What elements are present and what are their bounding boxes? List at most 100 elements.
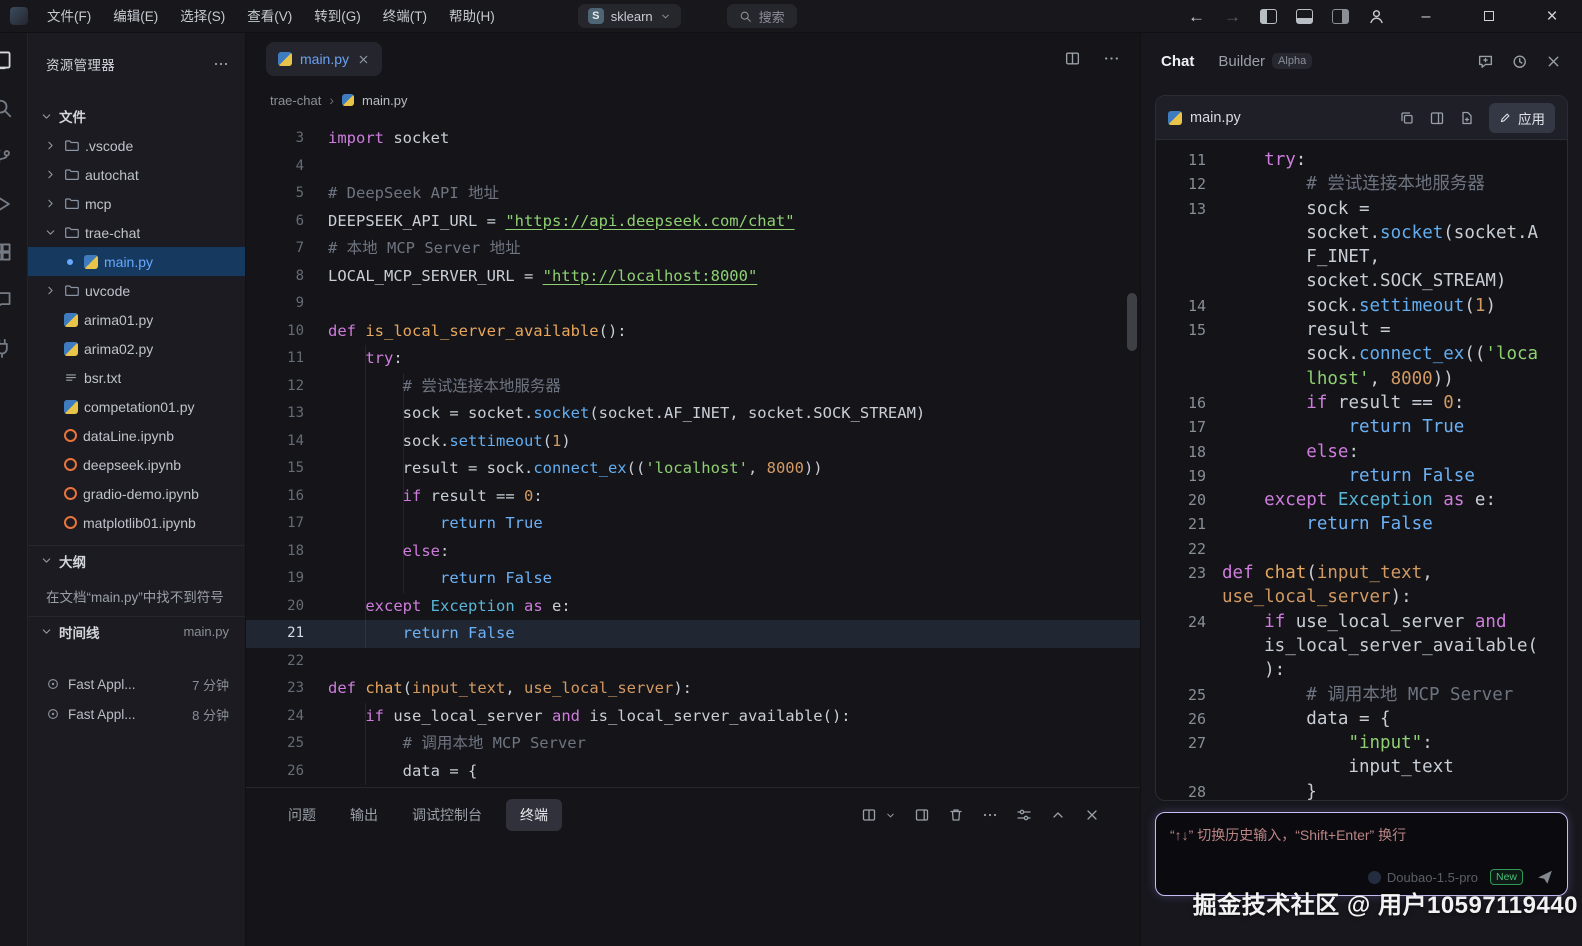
- activity-files-icon[interactable]: [0, 49, 13, 71]
- tab-chat[interactable]: Chat: [1161, 53, 1194, 70]
- timeline-section-header[interactable]: 时间线 main.py: [28, 616, 245, 646]
- model-selector[interactable]: Doubao-1.5-pro: [1368, 870, 1478, 885]
- close-window-button[interactable]: ×: [1530, 0, 1574, 33]
- scrollbar-thumb[interactable]: [1127, 293, 1137, 351]
- code-text[interactable]: def chat(input_text, use_local_server):: [1222, 561, 1545, 610]
- code-text[interactable]: DEEPSEEK_API_URL = "https://api.deepseek…: [328, 208, 795, 236]
- code-text[interactable]: except Exception as e:: [1222, 488, 1545, 512]
- code-text[interactable]: return False: [328, 565, 552, 593]
- send-icon[interactable]: [1535, 867, 1555, 887]
- code-text[interactable]: else:: [1222, 440, 1545, 464]
- code-text[interactable]: if use_local_server and is_local_server_…: [1222, 610, 1545, 683]
- code-text[interactable]: sock = socket.socket(socket.AF_INET, soc…: [328, 400, 925, 428]
- menu-item-0[interactable]: 文件(F): [36, 0, 102, 33]
- minimize-button[interactable]: –: [1404, 0, 1448, 33]
- timeline-entry-1[interactable]: Fast Appl...8 分钟: [28, 700, 245, 728]
- toggle-right-sidebar-icon[interactable]: [1332, 9, 1349, 24]
- file-tree-item-arima01.py[interactable]: arima01.py: [28, 305, 245, 334]
- code-text[interactable]: data = {: [328, 758, 477, 786]
- filter-icon[interactable]: [1016, 807, 1032, 823]
- file-tree-item-competation01.py[interactable]: competation01.py: [28, 392, 245, 421]
- code-text[interactable]: return False: [1222, 512, 1545, 536]
- code-text[interactable]: return True: [328, 510, 543, 538]
- code-editor[interactable]: 3import socket45# DeepSeek API 地址6DEEPSE…: [246, 115, 1140, 787]
- file-tree-item-.vscode[interactable]: .vscode: [28, 131, 245, 160]
- split-terminal-icon[interactable]: [861, 807, 877, 823]
- more-panel-icon[interactable]: [982, 807, 998, 823]
- files-section-header[interactable]: 文件: [28, 101, 245, 131]
- code-text[interactable]: # 尝试连接本地服务器: [328, 373, 561, 401]
- code-text[interactable]: if result == 0:: [1222, 391, 1545, 415]
- terminal-dropdown-icon[interactable]: [885, 810, 896, 821]
- code-text[interactable]: return False: [328, 620, 515, 648]
- code-text[interactable]: else:: [328, 538, 449, 566]
- menu-item-2[interactable]: 选择(S): [169, 0, 236, 33]
- code-text[interactable]: # 尝试连接本地服务器: [1222, 172, 1545, 196]
- activity-search-icon[interactable]: [0, 97, 13, 119]
- editor-tab-main-py[interactable]: main.py: [266, 42, 382, 76]
- panel-tab-3[interactable]: 终端: [506, 799, 562, 831]
- forward-icon[interactable]: →: [1224, 8, 1241, 25]
- close-chat-icon[interactable]: [1545, 53, 1562, 70]
- apply-button[interactable]: 应用: [1489, 103, 1555, 133]
- toggle-left-sidebar-icon[interactable]: [1260, 9, 1277, 24]
- panel-layout-icon[interactable]: [914, 807, 930, 823]
- global-search-box[interactable]: 搜索: [727, 4, 797, 28]
- breadcrumb-folder[interactable]: trae-chat: [270, 93, 321, 108]
- activity-ext-icon[interactable]: [0, 241, 13, 263]
- code-text[interactable]: # 调用本地 MCP Server: [1222, 683, 1545, 707]
- menu-item-4[interactable]: 转到(G): [303, 0, 372, 33]
- copy-icon[interactable]: [1399, 110, 1415, 126]
- code-text[interactable]: result = sock.connect_ex(('localhost', 8…: [1222, 318, 1545, 391]
- file-tree-item-uvcode[interactable]: uvcode: [28, 276, 245, 305]
- account-icon[interactable]: [1368, 8, 1385, 25]
- back-icon[interactable]: ←: [1188, 8, 1205, 25]
- activity-bubble-icon[interactable]: [0, 289, 13, 311]
- panel-tab-2[interactable]: 调试控制台: [402, 799, 492, 831]
- code-text[interactable]: # 调用本地 MCP Server: [328, 730, 586, 758]
- code-text[interactable]: data = {: [1222, 707, 1545, 731]
- menu-item-3[interactable]: 查看(V): [236, 0, 303, 33]
- file-tree-item-bsr.txt[interactable]: bsr.txt: [28, 363, 245, 392]
- toggle-bottom-panel-icon[interactable]: [1296, 9, 1313, 24]
- code-text[interactable]: }: [1222, 780, 1545, 800]
- activity-debug-icon[interactable]: [0, 193, 13, 215]
- more-actions-icon[interactable]: [1103, 50, 1120, 67]
- file-tree-item-deepseek.ipynb[interactable]: deepseek.ipynb: [28, 450, 245, 479]
- file-tree-item-mcp[interactable]: mcp: [28, 189, 245, 218]
- new-file-icon[interactable]: [1459, 110, 1475, 126]
- panel-tab-0[interactable]: 问题: [278, 799, 326, 831]
- code-text[interactable]: sock = socket.socket(socket.AF_INET, soc…: [1222, 197, 1545, 294]
- insert-code-icon[interactable]: [1429, 110, 1445, 126]
- breadcrumb-file[interactable]: main.py: [362, 93, 408, 108]
- panel-tab-1[interactable]: 输出: [340, 799, 388, 831]
- code-text[interactable]: sock.settimeout(1): [1222, 294, 1545, 318]
- code-text[interactable]: # 本地 MCP Server 地址: [328, 235, 521, 263]
- maximize-panel-icon[interactable]: [1050, 807, 1066, 823]
- menu-item-6[interactable]: 帮助(H): [438, 0, 506, 33]
- file-tree-item-arima02.py[interactable]: arima02.py: [28, 334, 245, 363]
- file-tree-item-main.py[interactable]: main.py: [28, 247, 245, 276]
- file-tree-item-trae-chat[interactable]: trae-chat: [28, 218, 245, 247]
- file-tree-item-matplotlib01.ipynb[interactable]: matplotlib01.ipynb: [28, 508, 245, 537]
- code-text[interactable]: if use_local_server and is_local_server_…: [328, 703, 851, 731]
- code-text[interactable]: "input": input_text: [1222, 731, 1545, 780]
- split-editor-icon[interactable]: [1064, 50, 1081, 67]
- file-tree-item-dataLine.ipynb[interactable]: dataLine.ipynb: [28, 421, 245, 450]
- code-text[interactable]: def chat(input_text, use_local_server):: [328, 675, 692, 703]
- code-text[interactable]: [1222, 537, 1545, 561]
- code-text[interactable]: return True: [1222, 415, 1545, 439]
- tab-builder[interactable]: Builder Alpha: [1218, 53, 1312, 70]
- more-icon[interactable]: [213, 56, 229, 72]
- menu-item-1[interactable]: 编辑(E): [102, 0, 169, 33]
- code-text[interactable]: import socket: [328, 125, 449, 153]
- timeline-entry-0[interactable]: Fast Appl...7 分钟: [28, 670, 245, 698]
- code-text[interactable]: try:: [1222, 148, 1545, 172]
- trash-icon[interactable]: [948, 807, 964, 823]
- menu-item-5[interactable]: 终端(T): [372, 0, 438, 33]
- new-chat-icon[interactable]: [1477, 53, 1494, 70]
- activity-branch-icon[interactable]: [0, 145, 13, 167]
- chat-input[interactable]: “↑↓” 切换历史输入，“Shift+Enter” 换行 Doubao-1.5-…: [1155, 812, 1568, 896]
- code-text[interactable]: # DeepSeek API 地址: [328, 180, 499, 208]
- maximize-button[interactable]: [1467, 0, 1511, 33]
